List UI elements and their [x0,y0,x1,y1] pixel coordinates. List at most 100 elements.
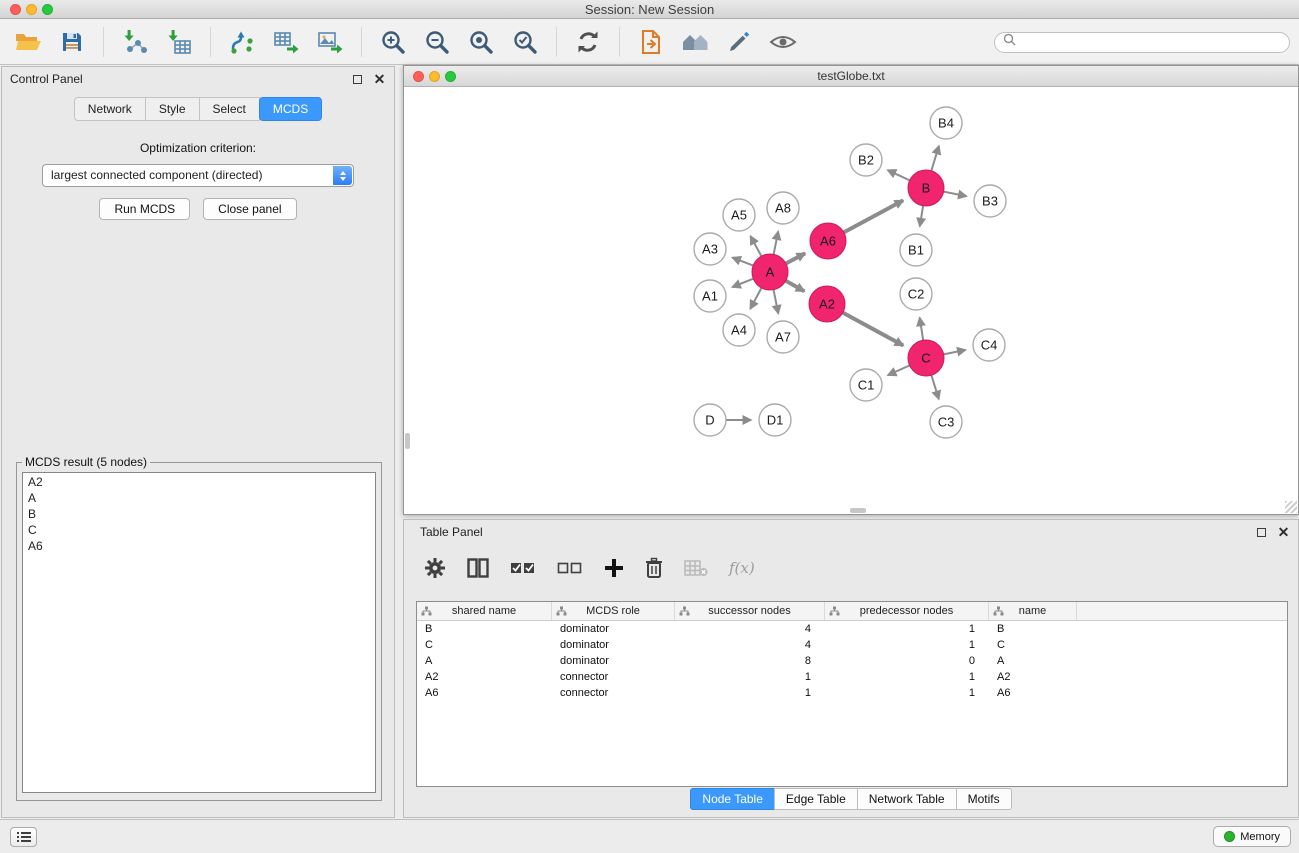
column-header-predecessor-nodes[interactable]: predecessor nodes [825,602,989,620]
tab-style[interactable]: Style [145,97,200,121]
window-titlebar[interactable]: Session: New Session [0,0,1299,19]
home-button[interactable] [675,25,715,59]
vertical-scrollbar[interactable] [405,433,410,449]
table-row-a2[interactable]: A2connector11A2 [417,669,1287,685]
deselect-all-button[interactable] [557,560,583,576]
table-row-a[interactable]: Adominator80A [417,653,1287,669]
function-builder-button[interactable]: f(x) [729,559,755,577]
search-input[interactable] [1020,34,1289,50]
edge-B-B1[interactable] [920,206,923,227]
table-cell[interactable]: A [989,653,1077,669]
tab-select[interactable]: Select [199,97,260,121]
table-cell[interactable]: A6 [989,685,1077,701]
graph-node-A2[interactable]: A2 [809,286,845,322]
result-item-a6[interactable]: A6 [28,538,370,554]
graph-node-D1[interactable]: D1 [759,404,791,436]
edge-A-A5[interactable] [751,236,762,256]
table-cell[interactable]: C [989,637,1077,653]
table-row-c[interactable]: Cdominator41C [417,637,1287,653]
network-canvas[interactable]: B4B2BB3A8A5A6B1A3AC2A1A2A4A7C4CC1C3DD1 [404,88,1298,514]
graph-node-B[interactable]: B [908,170,944,206]
add-row-button[interactable] [604,558,624,578]
search-field[interactable] [994,32,1290,53]
result-item-b[interactable]: B [28,506,370,522]
table-settings-button[interactable] [424,557,446,579]
maximize-window-button[interactable] [42,4,53,15]
float-table-panel-button[interactable] [1255,526,1268,539]
horizontal-scrollbar[interactable] [850,508,866,513]
run-mcds-button[interactable]: Run MCDS [99,198,190,220]
zoom-in-button[interactable] [373,25,413,59]
tab-motifs[interactable]: Motifs [956,788,1012,810]
table-cell[interactable]: B [989,621,1077,637]
tab-network[interactable]: Network [74,97,146,121]
graph-node-A8[interactable]: A8 [767,192,799,224]
edge-A-A2[interactable] [786,281,805,292]
close-panel-button[interactable]: ✕ [373,73,386,86]
import-network-button[interactable] [115,25,155,59]
save-session-button[interactable] [52,25,92,59]
edge-A2-C[interactable] [843,313,903,346]
edge-B-B3[interactable] [944,192,967,197]
memory-button[interactable]: Memory [1213,826,1291,847]
graph-node-C[interactable]: C [908,340,944,376]
network-maximize-button[interactable] [445,71,456,82]
table-cell[interactable]: connector [552,685,675,701]
result-item-c[interactable]: C [28,522,370,538]
graph-node-D[interactable]: D [694,404,726,436]
edge-C-C2[interactable] [920,318,924,341]
column-header-name[interactable]: name [989,602,1077,620]
close-table-panel-button[interactable]: ✕ [1277,526,1290,539]
zoom-fit-button[interactable] [461,25,501,59]
style-brush-button[interactable] [719,25,759,59]
network-close-button[interactable] [413,71,424,82]
graph-node-C3[interactable]: C3 [930,406,962,438]
network-minimize-button[interactable] [429,71,440,82]
table-cell[interactable]: 1 [825,621,989,637]
float-panel-button[interactable] [351,73,364,86]
result-item-a[interactable]: A [28,490,370,506]
graph-node-A3[interactable]: A3 [694,233,726,265]
edge-C-C3[interactable] [931,375,938,399]
edge-C-C1[interactable] [888,365,910,375]
graph-node-C4[interactable]: C4 [973,329,1005,361]
table-row-a6[interactable]: A6connector11A6 [417,685,1287,701]
graph-node-C1[interactable]: C1 [850,369,882,401]
edge-B-B4[interactable] [931,146,939,171]
column-header-successor-nodes[interactable]: successor nodes [675,602,825,620]
tab-network-table[interactable]: Network Table [857,788,957,810]
table-cell[interactable]: dominator [552,653,675,669]
table-cell[interactable]: 4 [675,637,825,653]
table-cell[interactable]: 0 [825,653,989,669]
edge-B-B2[interactable] [888,170,910,180]
close-panel-button-secondary[interactable]: Close panel [203,198,296,220]
table-cell[interactable]: A2 [417,669,552,685]
network-window-titlebar[interactable]: testGlobe.txt [404,66,1298,87]
table-row-b[interactable]: Bdominator41B [417,621,1287,637]
table-cell[interactable]: C [417,637,552,653]
import-table-button[interactable] [159,25,199,59]
edge-A-A4[interactable] [750,288,761,309]
graph-node-A1[interactable]: A1 [694,280,726,312]
export-image-button[interactable] [310,25,350,59]
table-cell[interactable]: 1 [825,669,989,685]
minimize-window-button[interactable] [26,4,37,15]
edge-A-A7[interactable] [774,290,779,314]
graph-node-B2[interactable]: B2 [850,144,882,176]
table-cell[interactable]: A [417,653,552,669]
select-all-button[interactable] [510,560,536,576]
edge-A-A3[interactable] [732,258,753,266]
delete-row-button[interactable] [645,557,663,579]
zoom-out-button[interactable] [417,25,457,59]
table-cell[interactable]: dominator [552,621,675,637]
table-cell[interactable]: 8 [675,653,825,669]
column-header-mcds-role[interactable]: MCDS role [552,602,675,620]
table-cell[interactable]: A2 [989,669,1077,685]
graph-node-A4[interactable]: A4 [723,314,755,346]
edge-A-A6[interactable] [786,253,805,263]
table-cell[interactable]: connector [552,669,675,685]
table-cell[interactable]: 1 [675,685,825,701]
table-cell[interactable]: A6 [417,685,552,701]
table-cell[interactable]: 1 [825,637,989,653]
tab-mcds[interactable]: MCDS [259,97,322,121]
